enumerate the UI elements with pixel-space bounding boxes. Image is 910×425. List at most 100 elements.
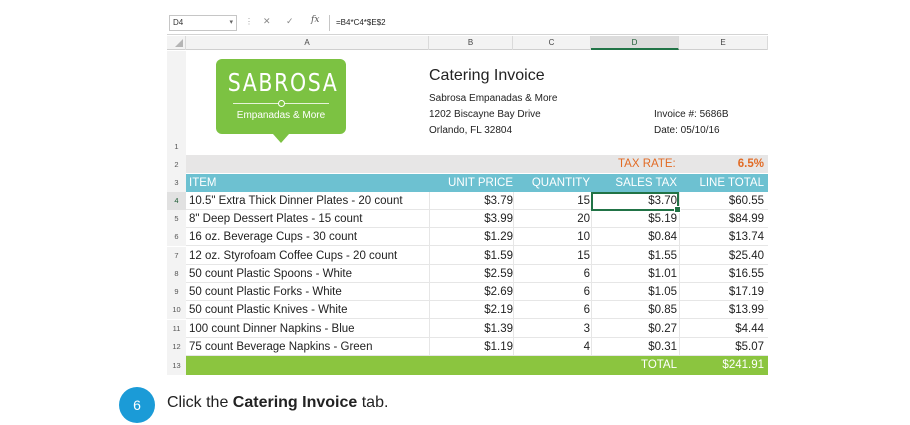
cell-quantity[interactable]: 6 xyxy=(584,265,590,283)
cell-unit-price[interactable]: $1.59 xyxy=(484,247,513,265)
row-header-4[interactable]: 4 xyxy=(167,192,186,210)
row-header-6[interactable]: 6 xyxy=(167,228,186,246)
cell-quantity[interactable]: 6 xyxy=(584,283,590,301)
row-header-12[interactable]: 12 xyxy=(167,338,186,356)
invoice-header-area: SABROSA Empanadas & More Catering Invoic… xyxy=(186,51,768,155)
active-cell-selection[interactable] xyxy=(591,192,681,213)
gridline xyxy=(513,192,514,356)
insert-function-icon[interactable]: fx xyxy=(311,15,319,25)
cell-sales-tax[interactable]: $5.19 xyxy=(648,210,677,228)
cell-item[interactable]: 50 count Plastic Forks - White xyxy=(189,283,342,301)
column-header-b[interactable]: B xyxy=(429,36,513,50)
cell-line-total[interactable]: $13.74 xyxy=(729,228,764,246)
cell-item[interactable]: 8" Deep Dessert Plates - 15 count xyxy=(189,210,362,228)
total-row: TOTAL $241.91 xyxy=(186,356,768,375)
header-sales-tax[interactable]: SALES TAX xyxy=(615,174,677,192)
column-headers: A B C D E xyxy=(167,36,768,50)
table-header-row: ITEM UNIT PRICE QUANTITY SALES TAX LINE … xyxy=(186,174,768,192)
total-value[interactable]: $241.91 xyxy=(722,356,764,375)
enter-check-icon[interactable]: ✓ xyxy=(286,16,294,27)
cell-sales-tax[interactable]: $1.05 xyxy=(648,283,677,301)
cell-item[interactable]: 16 oz. Beverage Cups - 30 count xyxy=(189,228,357,246)
logo-tagline: Empanadas & More xyxy=(236,110,326,121)
cell-unit-price[interactable]: $1.29 xyxy=(484,228,513,246)
column-header-c[interactable]: C xyxy=(513,36,591,50)
instruction-text-end: tab. xyxy=(357,394,389,411)
row-header-1[interactable]: 1 xyxy=(167,51,186,155)
step-instruction: Click the Catering Invoice tab. xyxy=(167,394,388,412)
cell-item[interactable]: 75 count Beverage Napkins - Green xyxy=(189,338,372,356)
cell-sales-tax[interactable]: $1.01 xyxy=(648,265,677,283)
table-row: 50 count Plastic Spoons - White $2.59 6 … xyxy=(186,265,768,283)
cell-quantity[interactable]: 15 xyxy=(577,192,590,210)
cell-unit-price[interactable]: $3.99 xyxy=(484,210,513,228)
cell-quantity[interactable]: 4 xyxy=(584,338,590,356)
invoice-number: Invoice #: 5686B xyxy=(654,109,729,120)
column-header-a[interactable]: A xyxy=(186,36,429,50)
chevron-down-icon[interactable]: ▾ xyxy=(229,16,233,30)
gridline xyxy=(591,192,592,356)
cell-line-total[interactable]: $60.55 xyxy=(729,192,764,210)
cell-quantity[interactable]: 10 xyxy=(577,228,590,246)
gridline xyxy=(679,192,680,356)
gridline xyxy=(429,192,430,356)
select-all-corner[interactable] xyxy=(167,36,186,50)
name-box[interactable]: D4 ▾ xyxy=(169,15,237,31)
row-header-3[interactable]: 3 xyxy=(167,174,186,192)
cell-quantity[interactable]: 15 xyxy=(577,247,590,265)
cell-quantity[interactable]: 6 xyxy=(584,301,590,319)
cell-sales-tax[interactable]: $0.31 xyxy=(648,338,677,356)
cell-unit-price[interactable]: $2.19 xyxy=(484,301,513,319)
header-item[interactable]: ITEM xyxy=(189,174,216,192)
row-header-13[interactable]: 13 xyxy=(167,356,186,375)
cell-item[interactable]: 10.5" Extra Thick Dinner Plates - 20 cou… xyxy=(189,192,403,210)
cell-line-total[interactable]: $5.07 xyxy=(735,338,764,356)
cell-unit-price[interactable]: $2.59 xyxy=(484,265,513,283)
cell-item[interactable]: 12 oz. Styrofoam Coffee Cups - 20 count xyxy=(189,247,397,265)
cell-item[interactable]: 50 count Plastic Knives - White xyxy=(189,301,348,319)
invoice-title: Catering Invoice xyxy=(429,67,545,84)
table-row: 12 oz. Styrofoam Coffee Cups - 20 count … xyxy=(186,247,768,265)
cell-line-total[interactable]: $17.19 xyxy=(729,283,764,301)
total-label[interactable]: TOTAL xyxy=(641,356,677,375)
cell-line-total[interactable]: $84.99 xyxy=(729,210,764,228)
row-header-2[interactable]: 2 xyxy=(167,155,186,174)
cancel-icon[interactable]: ✕ xyxy=(263,16,271,27)
cell-unit-price[interactable]: $3.79 xyxy=(484,192,513,210)
cell-unit-price[interactable]: $1.39 xyxy=(484,320,513,338)
cell-line-total[interactable]: $25.40 xyxy=(729,247,764,265)
cell-sales-tax[interactable]: $0.84 xyxy=(648,228,677,246)
cell-sales-tax[interactable]: $0.27 xyxy=(648,320,677,338)
row-header-10[interactable]: 10 xyxy=(167,301,186,319)
cell-line-total[interactable]: $13.99 xyxy=(729,301,764,319)
cell-sales-tax[interactable]: $1.55 xyxy=(648,247,677,265)
tax-rate-label[interactable]: TAX RATE: xyxy=(618,155,676,173)
step-number-badge: 6 xyxy=(119,387,155,423)
row-header-7[interactable]: 7 xyxy=(167,247,186,265)
row-header-9[interactable]: 9 xyxy=(167,283,186,301)
column-header-d[interactable]: D xyxy=(591,36,679,50)
spreadsheet-window: D4 ▾ ⋮ ✕ ✓ fx =B4*C4*$E$2 A B C D E 1 2 … xyxy=(167,11,768,377)
column-header-e[interactable]: E xyxy=(679,36,768,50)
header-unit-price[interactable]: UNIT PRICE xyxy=(448,174,513,192)
cell-item[interactable]: 100 count Dinner Napkins - Blue xyxy=(189,320,355,338)
cell-line-total[interactable]: $16.55 xyxy=(729,265,764,283)
row-header-11[interactable]: 11 xyxy=(167,320,186,338)
company-city: Orlando, FL 32804 xyxy=(429,125,513,136)
header-line-total[interactable]: LINE TOTAL xyxy=(699,174,764,192)
cell-item[interactable]: 50 count Plastic Spoons - White xyxy=(189,265,352,283)
logo-name: SABROSA xyxy=(227,68,339,97)
header-quantity[interactable]: QUANTITY xyxy=(532,174,590,192)
row-header-8[interactable]: 8 xyxy=(167,265,186,283)
row-header-5[interactable]: 5 xyxy=(167,210,186,228)
cell-quantity[interactable]: 20 xyxy=(577,210,590,228)
cell-unit-price[interactable]: $1.19 xyxy=(484,338,513,356)
select-all-icon xyxy=(175,39,183,47)
cell-quantity[interactable]: 3 xyxy=(584,320,590,338)
cell-sales-tax[interactable]: $0.85 xyxy=(648,301,677,319)
formula-input[interactable]: =B4*C4*$E$2 xyxy=(329,15,766,31)
cell-line-total[interactable]: $4.44 xyxy=(735,320,764,338)
table-row: 50 count Plastic Forks - White $2.69 6 $… xyxy=(186,283,768,301)
tax-rate-value[interactable]: 6.5% xyxy=(738,155,764,173)
cell-unit-price[interactable]: $2.69 xyxy=(484,283,513,301)
